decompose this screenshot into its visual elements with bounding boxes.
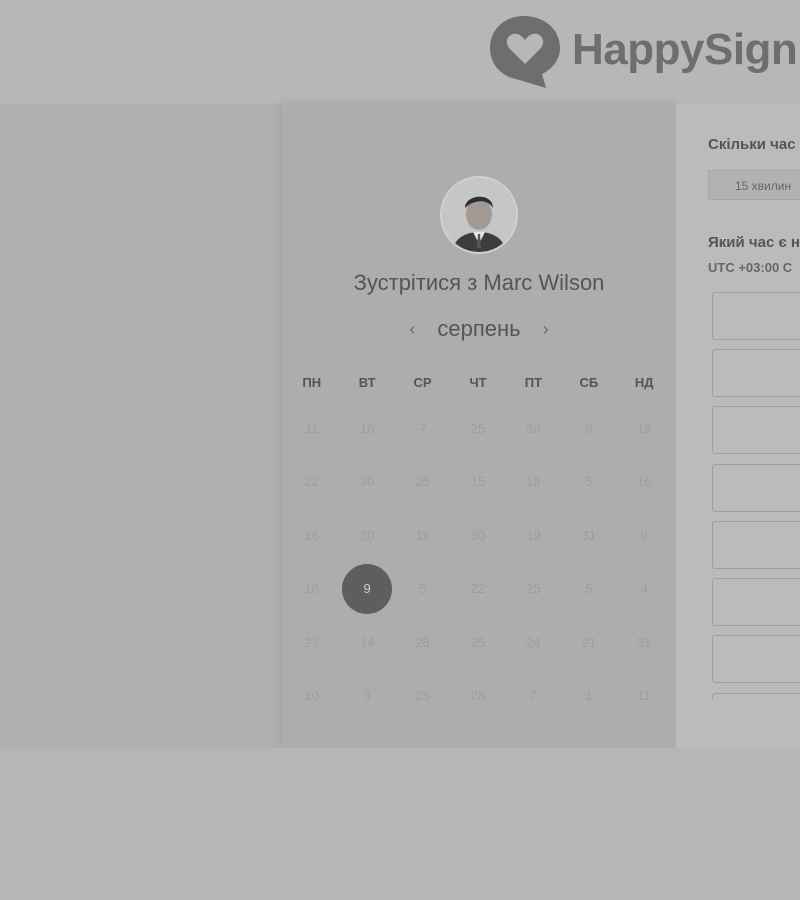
timezone-label: UTC +03:00 С — [708, 260, 793, 275]
time-slot[interactable] — [712, 521, 800, 569]
calendar-day[interactable]: 11 — [284, 404, 339, 454]
calendar-day[interactable]: 24 — [506, 618, 561, 668]
calendar-day[interactable]: 21 — [561, 618, 616, 668]
time-slot[interactable] — [712, 292, 800, 340]
chevron-right-icon[interactable]: › — [539, 319, 553, 340]
calendar-day[interactable]: 26 — [395, 457, 450, 507]
calendar-week: 10 3 25 28 7 1 11 — [282, 670, 676, 724]
calendar-week: 16 9 5 22 25 5 4 — [282, 563, 676, 617]
page-footer-area — [0, 748, 800, 900]
meeting-title: Зустрітися з Marc Wilson — [353, 270, 605, 295]
calendar-day[interactable]: 3 — [339, 671, 394, 721]
duration-question: Скільки час — [708, 136, 796, 153]
time-slot[interactable] — [712, 406, 800, 454]
calendar-day[interactable]: 16 — [284, 564, 339, 614]
weekday-label: НД — [634, 374, 654, 390]
calendar-day[interactable]: 11 — [395, 511, 450, 561]
calendar-day[interactable]: 5 — [561, 457, 616, 507]
calendar-day[interactable]: 9 — [561, 404, 616, 454]
month-navigator: ‹ серпень › — [282, 316, 676, 342]
weekday-label: ПТ — [524, 374, 543, 390]
weekday-label: ЧТ — [469, 374, 487, 390]
time-slot[interactable] — [712, 693, 800, 701]
person-photo-icon — [442, 178, 516, 252]
calendar-day[interactable]: 14 — [339, 618, 394, 668]
calendar-day[interactable]: 28 — [450, 671, 505, 721]
calendar-grid: ПН ВТ СР ЧТ ПТ СБ НД 11 16 7 25 30 9 19 … — [282, 362, 676, 723]
calendar-week: 22 30 26 15 18 5 16 — [282, 456, 676, 510]
calendar-day[interactable]: 31 — [561, 511, 616, 561]
calendar-day[interactable]: 25 — [450, 618, 505, 668]
calendar-week: 16 20 11 30 19 31 9 — [282, 509, 676, 563]
calendar-day[interactable]: 30 — [506, 404, 561, 454]
calendar-day[interactable]: 16 — [617, 457, 672, 507]
heart-bubble-icon — [490, 16, 560, 88]
calendar-day[interactable]: 7 — [395, 404, 450, 454]
calendar-day[interactable]: 4 — [617, 564, 672, 614]
calendar-day[interactable]: 7 — [506, 671, 561, 721]
calendar-day[interactable]: 10 — [284, 671, 339, 721]
calendar-day[interactable]: 30 — [339, 457, 394, 507]
time-slot[interactable] — [712, 349, 800, 397]
calendar-day[interactable]: 5 — [561, 564, 616, 614]
calendar-day[interactable]: 19 — [506, 511, 561, 561]
avatar — [440, 176, 518, 254]
time-slot[interactable] — [712, 635, 800, 683]
calendar-day-selected[interactable]: 9 — [339, 564, 394, 615]
calendar-day[interactable]: 25 — [506, 564, 561, 614]
time-question: Який час є н — [708, 234, 800, 251]
calendar-day[interactable]: 11 — [617, 671, 672, 721]
calendar-day[interactable]: 15 — [450, 457, 505, 507]
chevron-left-icon[interactable]: ‹ — [405, 319, 419, 340]
weekday-header: ПН ВТ СР ЧТ ПТ СБ НД — [282, 362, 676, 402]
time-slot[interactable] — [712, 464, 800, 512]
calendar-panel: Зустрітися з Marc Wilson ‹ серпень › ПН … — [282, 104, 676, 748]
calendar-day[interactable]: 31 — [617, 618, 672, 668]
month-label: серпень — [437, 316, 521, 341]
duration-option-button[interactable]: 15 хвилин — [708, 170, 800, 200]
calendar-day[interactable]: 18 — [506, 457, 561, 507]
calendar-day[interactable]: 25 — [395, 671, 450, 721]
calendar-day[interactable]: 16 — [284, 511, 339, 561]
calendar-week: 27 14 28 25 24 21 31 — [282, 616, 676, 670]
header: HappySign — [0, 0, 800, 100]
time-slot[interactable] — [712, 578, 800, 626]
selected-day-label: 9 — [342, 564, 393, 615]
calendar-day[interactable]: 16 — [339, 404, 394, 454]
calendar-day[interactable]: 27 — [284, 618, 339, 668]
weekday-label: ВТ — [358, 374, 376, 390]
calendar-week: 11 16 7 25 30 9 19 — [282, 402, 676, 456]
booking-panel: Скільки час 15 хвилин Який час є н UTC +… — [676, 104, 800, 748]
calendar-day[interactable]: 30 — [450, 511, 505, 561]
calendar-day[interactable]: 22 — [450, 564, 505, 614]
calendar-day[interactable]: 1 — [561, 671, 616, 721]
calendar-day[interactable]: 20 — [339, 511, 394, 561]
weekday-label: ПН — [302, 374, 322, 390]
weekday-label: СБ — [579, 374, 599, 390]
calendar-day[interactable]: 28 — [395, 618, 450, 668]
calendar-day[interactable]: 5 — [395, 564, 450, 614]
brand-logo[interactable]: HappySign — [488, 12, 798, 88]
calendar-day[interactable]: 22 — [284, 457, 339, 507]
calendar-day[interactable]: 25 — [450, 404, 505, 454]
brand-name: HappySign — [572, 25, 798, 74]
calendar-day[interactable]: 9 — [617, 511, 672, 561]
weekday-label: СР — [413, 374, 432, 390]
calendar-day[interactable]: 19 — [617, 404, 672, 454]
